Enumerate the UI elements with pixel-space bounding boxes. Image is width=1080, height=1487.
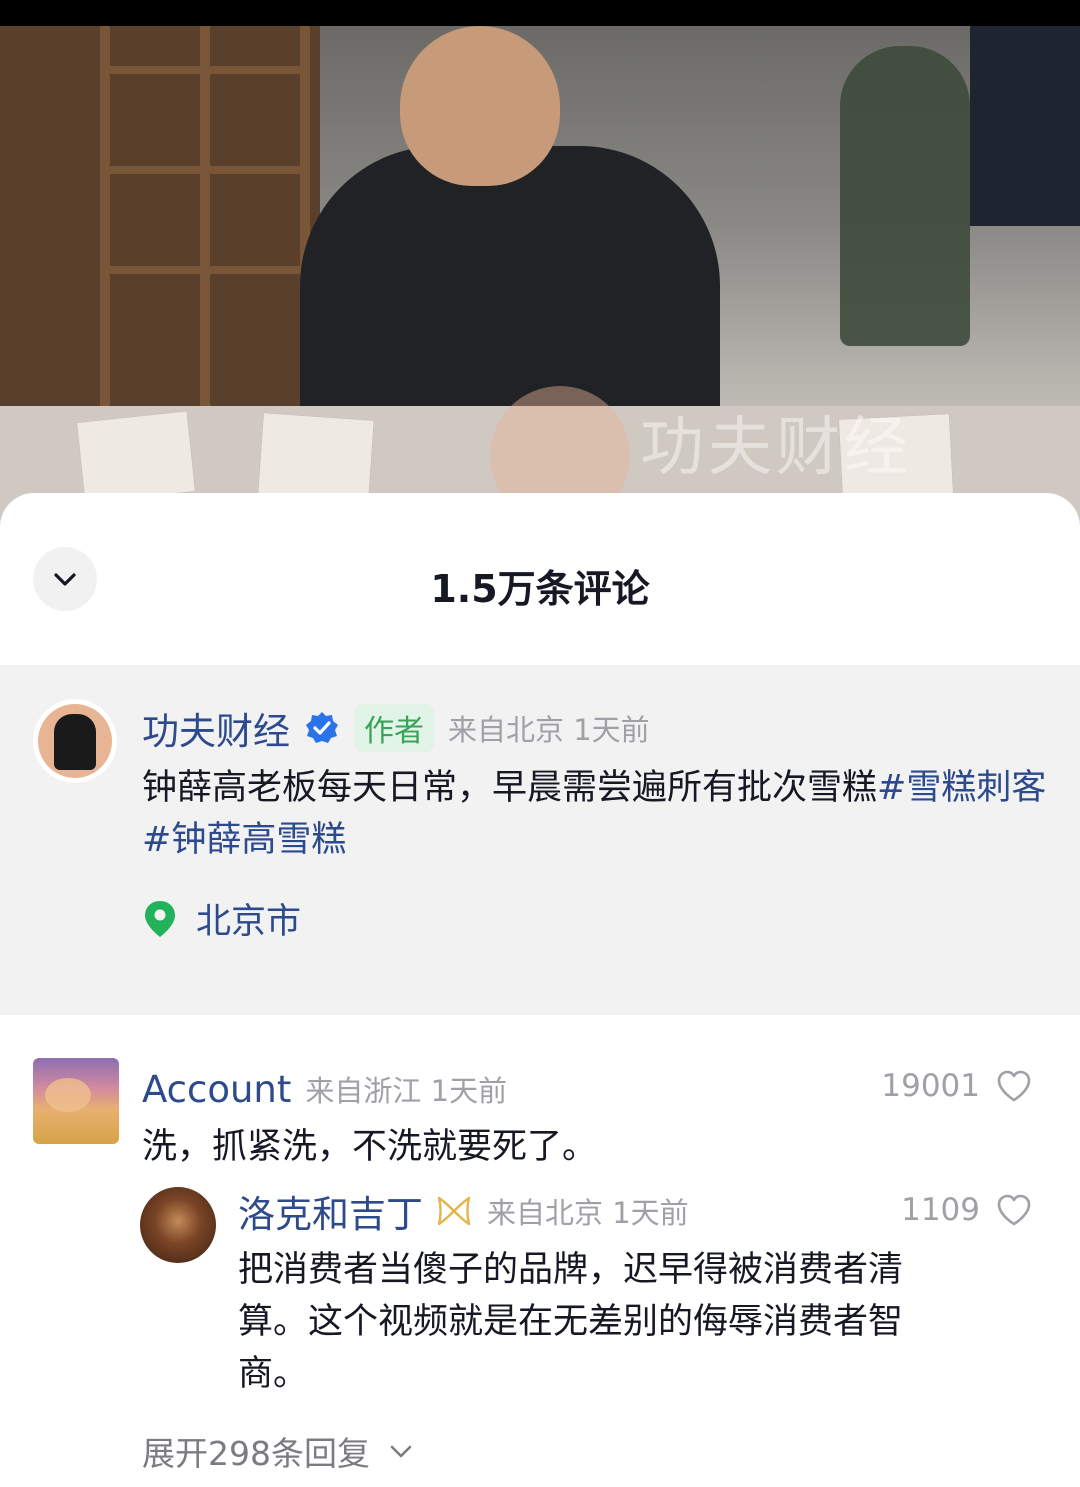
reply-text-line: 把消费者当傻子的品牌，迟早得被消费者清: [238, 1250, 904, 1290]
video-watermark: 功夫财经: [640, 411, 912, 485]
like-button[interactable]: 1109: [901, 1192, 1032, 1228]
heart-icon: [997, 1194, 1031, 1226]
avatar[interactable]: [33, 699, 117, 783]
like-count: 1109: [901, 1192, 980, 1228]
window: [970, 26, 1080, 226]
heart-icon: [997, 1070, 1031, 1102]
person-head: [400, 26, 560, 186]
avatar[interactable]: [33, 1058, 119, 1144]
comment-text: 洗，抓紧洗，不洗就要死了。: [142, 1127, 598, 1167]
avatar[interactable]: [140, 1187, 216, 1263]
comment-header: Account 来自浙江 1天前: [142, 1064, 507, 1114]
verified-icon: [306, 712, 338, 743]
expand-replies-label: 展开298条回复: [142, 1434, 370, 1473]
author-post-text: 钟薛高老板每天日常，早晨需尝遍所有批次雪糕#雪糕刺客 #钟薛高雪糕: [142, 762, 1052, 866]
reply-username[interactable]: 洛克和吉丁: [238, 1184, 423, 1238]
status-bar: [0, 0, 1080, 26]
reply-text-line: 商。: [238, 1354, 309, 1394]
author-header: 功夫财经 作者 来自北京 1天前: [142, 702, 650, 754]
comment-meta: 来自浙江 1天前: [305, 1074, 508, 1108]
hashtag[interactable]: #钟薛高雪糕: [142, 820, 346, 860]
reply-text-line: 算。这个视频就是在无差别的侮辱消费者智: [238, 1302, 904, 1342]
reply-meta: 来自北京 1天前: [487, 1196, 689, 1230]
package: [76, 410, 196, 504]
comment-username[interactable]: Account: [142, 1068, 291, 1111]
reply-header: 洛克和吉丁 来自北京 1天前: [238, 1185, 689, 1237]
like-count: 19001: [881, 1068, 980, 1104]
expand-replies-button[interactable]: 展开298条回复: [142, 1427, 414, 1475]
chevron-down-icon: [390, 1445, 412, 1458]
bookshelf: [0, 26, 320, 406]
video-player[interactable]: 功夫财经: [0, 26, 1080, 526]
like-button[interactable]: 19001: [881, 1068, 1032, 1104]
author-tag: 作者: [354, 704, 434, 752]
bow-badge-icon: [437, 1196, 471, 1226]
comments-count-title: 1.5万条评论: [430, 567, 650, 611]
plant: [840, 46, 970, 346]
post-text: 钟薛高老板每天日常，早晨需尝遍所有批次雪糕: [142, 768, 878, 808]
hashtag[interactable]: #雪糕刺客: [877, 768, 1046, 808]
post-meta: 来自北京 1天前: [448, 713, 650, 747]
author-username[interactable]: 功夫财经: [142, 701, 290, 755]
reply-text: 把消费者当傻子的品牌，迟早得被消费者清 算。这个视频就是在无差别的侮辱消费者智 …: [238, 1244, 1038, 1400]
location-tag[interactable]: 北京市: [142, 893, 301, 944]
location-label: 北京市: [196, 902, 302, 942]
location-pin-icon: [145, 900, 175, 937]
package: [257, 412, 375, 502]
